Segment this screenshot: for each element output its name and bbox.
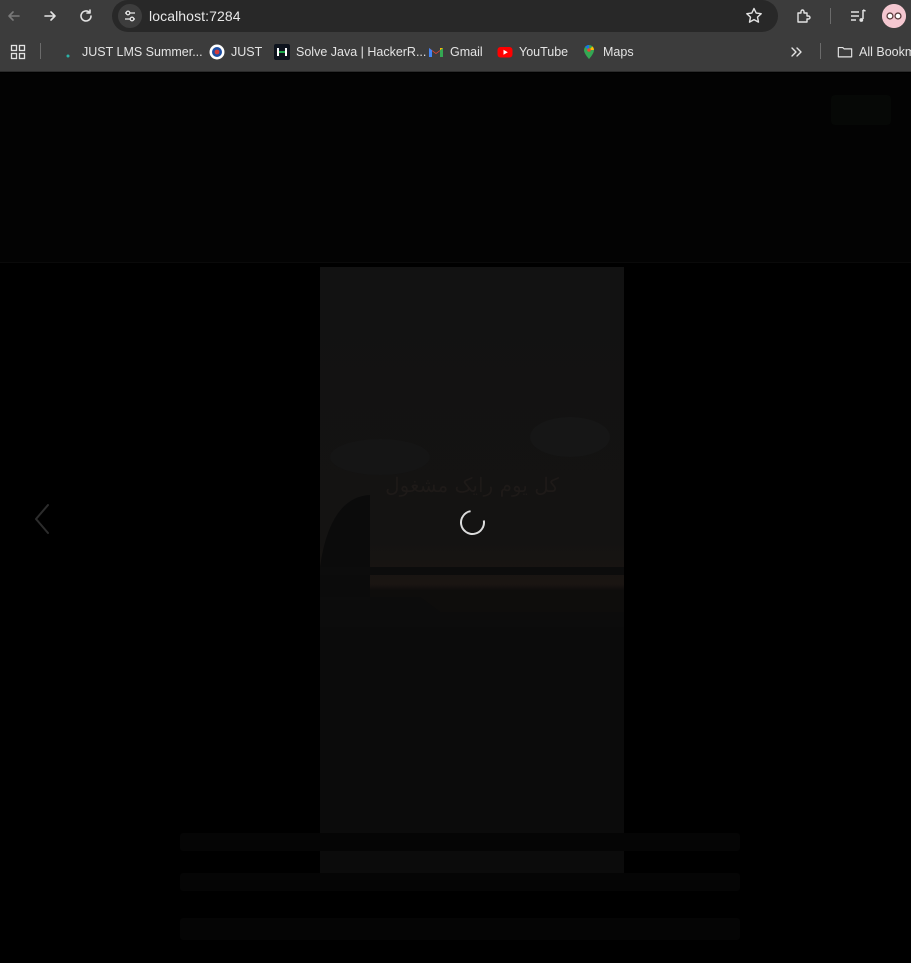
avatar-face-icon [882, 4, 906, 28]
site-settings-button[interactable] [118, 4, 142, 28]
story-caption: کل یوم رایک مشغول [385, 473, 559, 497]
bookmark-hackerrank[interactable]: Solve Java | HackerR... [274, 42, 426, 62]
youtube-icon [497, 44, 513, 60]
all-bookmarks-label: All Bookmarks [859, 45, 911, 59]
url-text[interactable]: localhost:7284 [149, 8, 241, 24]
bookmark-label: Gmail [450, 45, 483, 59]
arrow-left-icon [8, 11, 20, 21]
bookmark-label: YouTube [519, 45, 569, 59]
page-viewport: ​ کل یوم رایک مشغول [0, 73, 911, 963]
more-bookmarks-button[interactable] [788, 42, 806, 62]
bookmark-label: Maps [603, 45, 634, 59]
forward-button[interactable] [38, 4, 62, 28]
just-logo-icon [209, 44, 225, 60]
story-footer-line [180, 833, 740, 851]
address-bar[interactable]: localhost:7284 [112, 0, 778, 32]
queue-music-icon [851, 9, 866, 22]
folder-icon [837, 44, 853, 60]
maps-icon [581, 44, 597, 60]
previous-story-button[interactable] [30, 501, 54, 537]
story-image [320, 267, 624, 877]
bookmark-maps[interactable]: Maps [581, 42, 634, 62]
apps-button[interactable] [10, 42, 26, 62]
hackerrank-icon [274, 44, 290, 60]
gmail-icon [428, 44, 444, 60]
apps-grid-icon [10, 44, 26, 60]
toolbar-divider [830, 8, 831, 24]
dot-icon [60, 44, 76, 60]
header-action [831, 95, 891, 125]
bookmarks-divider [40, 43, 41, 59]
story-footer-line [180, 873, 740, 891]
arrow-right-icon [44, 11, 56, 21]
browser-toolbar: localhost:7284 [0, 0, 911, 32]
story-media[interactable]: کل یوم رایک مشغول [320, 267, 624, 877]
puzzle-icon [797, 9, 811, 23]
bookmark-just-lms[interactable]: JUST LMS Summer... [60, 42, 203, 62]
bookmark-youtube[interactable]: YouTube [497, 42, 568, 62]
reload-icon [80, 9, 92, 22]
reload-button[interactable] [74, 4, 98, 28]
tune-icon [125, 10, 135, 22]
bookmark-just[interactable]: JUST [209, 42, 262, 62]
bookmark-label: Solve Java | HackerR... [296, 45, 427, 59]
back-button[interactable] [2, 4, 26, 28]
bookmark-label: JUST LMS Summer... [82, 45, 203, 59]
profile-avatar[interactable] [882, 4, 906, 28]
bookmark-label: JUST [231, 45, 263, 59]
media-control-button[interactable] [846, 4, 870, 28]
bookmark-gmail[interactable]: Gmail [428, 42, 483, 62]
bookmark-star-icon[interactable] [744, 6, 764, 26]
site-header: ​ [0, 73, 911, 263]
extensions-button[interactable] [792, 4, 816, 28]
all-bookmarks-folder[interactable]: All Bookmarks [837, 42, 911, 62]
bookmarks-divider [820, 43, 821, 59]
double-chevron-right-icon [791, 47, 802, 57]
story-footer-line [180, 918, 740, 940]
